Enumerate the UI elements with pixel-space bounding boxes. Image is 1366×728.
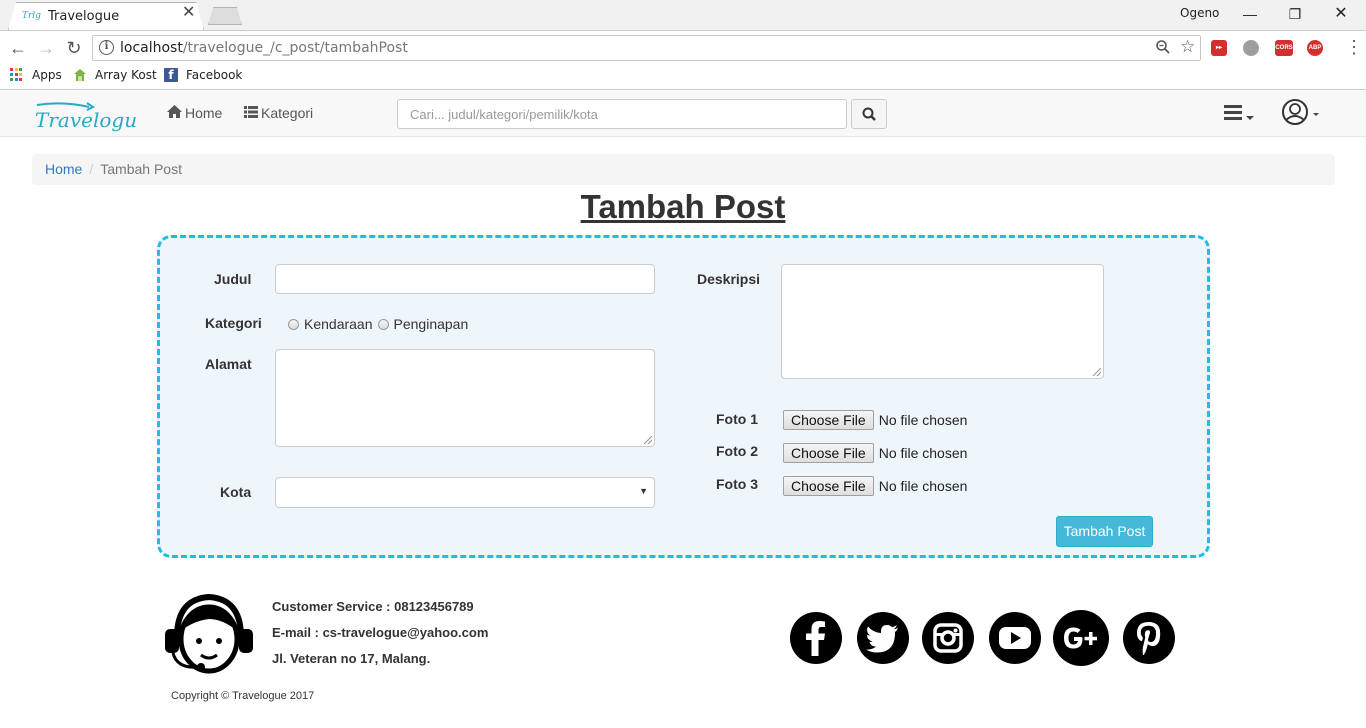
bookmark-facebook[interactable]: f Facebook <box>164 68 242 82</box>
foto-3-file-input: Choose File No file chosen <box>783 476 967 496</box>
facebook-icon[interactable] <box>790 612 842 664</box>
site-navbar: Travelogue Home Kategori Cari... judul/k… <box>0 91 1366 137</box>
customer-service-email: E-mail : cs-travelogue@yahoo.com <box>272 625 489 640</box>
youtube-icon[interactable] <box>989 612 1041 664</box>
kategori-label: Kategori <box>205 315 262 331</box>
nav-home[interactable]: Home <box>167 105 222 121</box>
pocket-ext-icon[interactable]: ▸▸ <box>1211 40 1227 56</box>
breadcrumb-home[interactable]: Home <box>45 161 82 177</box>
foto-3-label: Foto 3 <box>716 476 758 492</box>
page-title: Tambah Post <box>580 188 786 225</box>
nav-kategori[interactable]: Kategori <box>244 105 313 121</box>
forward-icon[interactable]: → <box>35 37 57 59</box>
browser-tab-bar: Trlg Travelogue ✕ Ogeno — ❐ ✕ <box>0 0 1366 30</box>
minimize-icon[interactable]: — <box>1228 3 1272 25</box>
bookmark-star-icon[interactable]: ☆ <box>1180 37 1195 57</box>
back-icon[interactable]: ← <box>7 37 29 59</box>
foto-3-status: No file chosen <box>878 478 968 494</box>
site-info-icon[interactable]: i <box>99 40 114 55</box>
reload-icon[interactable]: ↻ <box>63 37 85 59</box>
new-tab-button[interactable] <box>208 7 242 25</box>
home-icon <box>167 105 182 121</box>
gray-ext-icon[interactable] <box>1243 40 1259 56</box>
tambah-post-button[interactable]: Tambah Post <box>1056 516 1153 547</box>
customer-service-phone: Customer Service : 08123456789 <box>272 599 474 614</box>
deskripsi-textarea[interactable] <box>781 264 1104 379</box>
judul-label: Judul <box>214 271 252 287</box>
foto-1-label: Foto 1 <box>716 411 758 427</box>
kota-label: Kota <box>220 484 252 500</box>
radio-kendaraan[interactable] <box>288 318 299 330</box>
customer-service-icon <box>163 591 255 681</box>
user-avatar-icon[interactable] <box>1281 98 1321 128</box>
alamat-label: Alamat <box>205 356 252 372</box>
browser-menu-icon[interactable]: ⋮ <box>1345 37 1363 58</box>
kategori-radio-group: Kendaraan Penginapan <box>288 316 468 332</box>
twitter-icon[interactable] <box>857 612 909 664</box>
resize-handle[interactable] <box>644 436 652 444</box>
address-url: localhost/travelogue_/c_post/tambahPost <box>120 40 408 56</box>
company-address: Jl. Veteran no 17, Malang. <box>272 651 431 666</box>
restore-icon[interactable]: ❐ <box>1273 3 1317 25</box>
foto-2-label: Foto 2 <box>716 443 758 459</box>
list-icon <box>244 105 258 121</box>
address-bar[interactable]: i localhost/travelogue_/c_post/tambahPos… <box>92 35 1201 61</box>
tab-title: Travelogue <box>48 8 120 24</box>
chevron-down-icon: ▼ <box>639 486 648 496</box>
foto-1-choose-file-button[interactable]: Choose File <box>783 410 874 430</box>
tab-favicon-icon: Trlg <box>22 11 41 21</box>
array-kost-icon <box>73 68 87 82</box>
bookmark-array-kost[interactable]: Array Kost <box>73 68 157 82</box>
radio-penginapan[interactable] <box>377 318 389 330</box>
logo-text: Travelogue <box>35 108 137 132</box>
breadcrumb-separator: / <box>89 161 94 177</box>
facebook-icon: f <box>164 68 178 82</box>
tab-close-icon[interactable]: ✕ <box>182 5 195 21</box>
radio-penginapan-label: Penginapan <box>393 316 469 332</box>
cors-ext-icon[interactable]: CORS <box>1275 40 1293 56</box>
add-post-form: Judul Kategori Kendaraan Penginapan Alam… <box>157 235 1210 558</box>
pinterest-icon[interactable] <box>1123 612 1175 664</box>
apps-grid-icon <box>10 68 24 82</box>
breadcrumb: Home / Tambah Post <box>32 154 1335 185</box>
zoom-icon[interactable] <box>1155 39 1171 59</box>
close-window-icon[interactable]: ✕ <box>1319 3 1363 25</box>
google-plus-icon[interactable] <box>1053 610 1109 666</box>
browser-toolbar: ← → ↻ i localhost/travelogue_/c_post/tam… <box>0 30 1366 64</box>
foto-1-file-input: Choose File No file chosen <box>783 410 967 430</box>
alamat-textarea[interactable] <box>275 349 655 447</box>
search-input[interactable]: Cari... judul/kategori/pemilik/kota <box>397 99 847 129</box>
search-icon <box>862 107 876 121</box>
bookmarks-bar: Apps Array Kost f Facebook <box>0 64 1366 90</box>
bookmark-apps[interactable]: Apps <box>10 68 62 82</box>
foto-3-choose-file-button[interactable]: Choose File <box>783 476 874 496</box>
profile-name[interactable]: Ogeno <box>1180 6 1219 20</box>
copyright: Copyright © Travelogue 2017 <box>171 690 315 702</box>
judul-input[interactable] <box>275 264 655 294</box>
instagram-icon[interactable] <box>922 612 974 664</box>
search-button[interactable] <box>851 99 887 129</box>
deskripsi-label: Deskripsi <box>697 271 761 287</box>
foto-2-status: No file chosen <box>878 445 968 461</box>
resize-handle[interactable] <box>1093 368 1101 376</box>
adblock-plus-ext-icon[interactable]: ABP <box>1307 40 1323 56</box>
radio-kendaraan-label: Kendaraan <box>304 316 373 332</box>
travelogue-logo[interactable]: Travelogue <box>33 97 149 133</box>
kota-select[interactable]: ▼ <box>275 477 655 508</box>
foto-2-choose-file-button[interactable]: Choose File <box>783 443 874 463</box>
foto-1-status: No file chosen <box>878 412 968 428</box>
breadcrumb-current: Tambah Post <box>100 161 182 177</box>
hamburger-menu-icon[interactable] <box>1224 103 1256 125</box>
foto-2-file-input: Choose File No file chosen <box>783 443 967 463</box>
